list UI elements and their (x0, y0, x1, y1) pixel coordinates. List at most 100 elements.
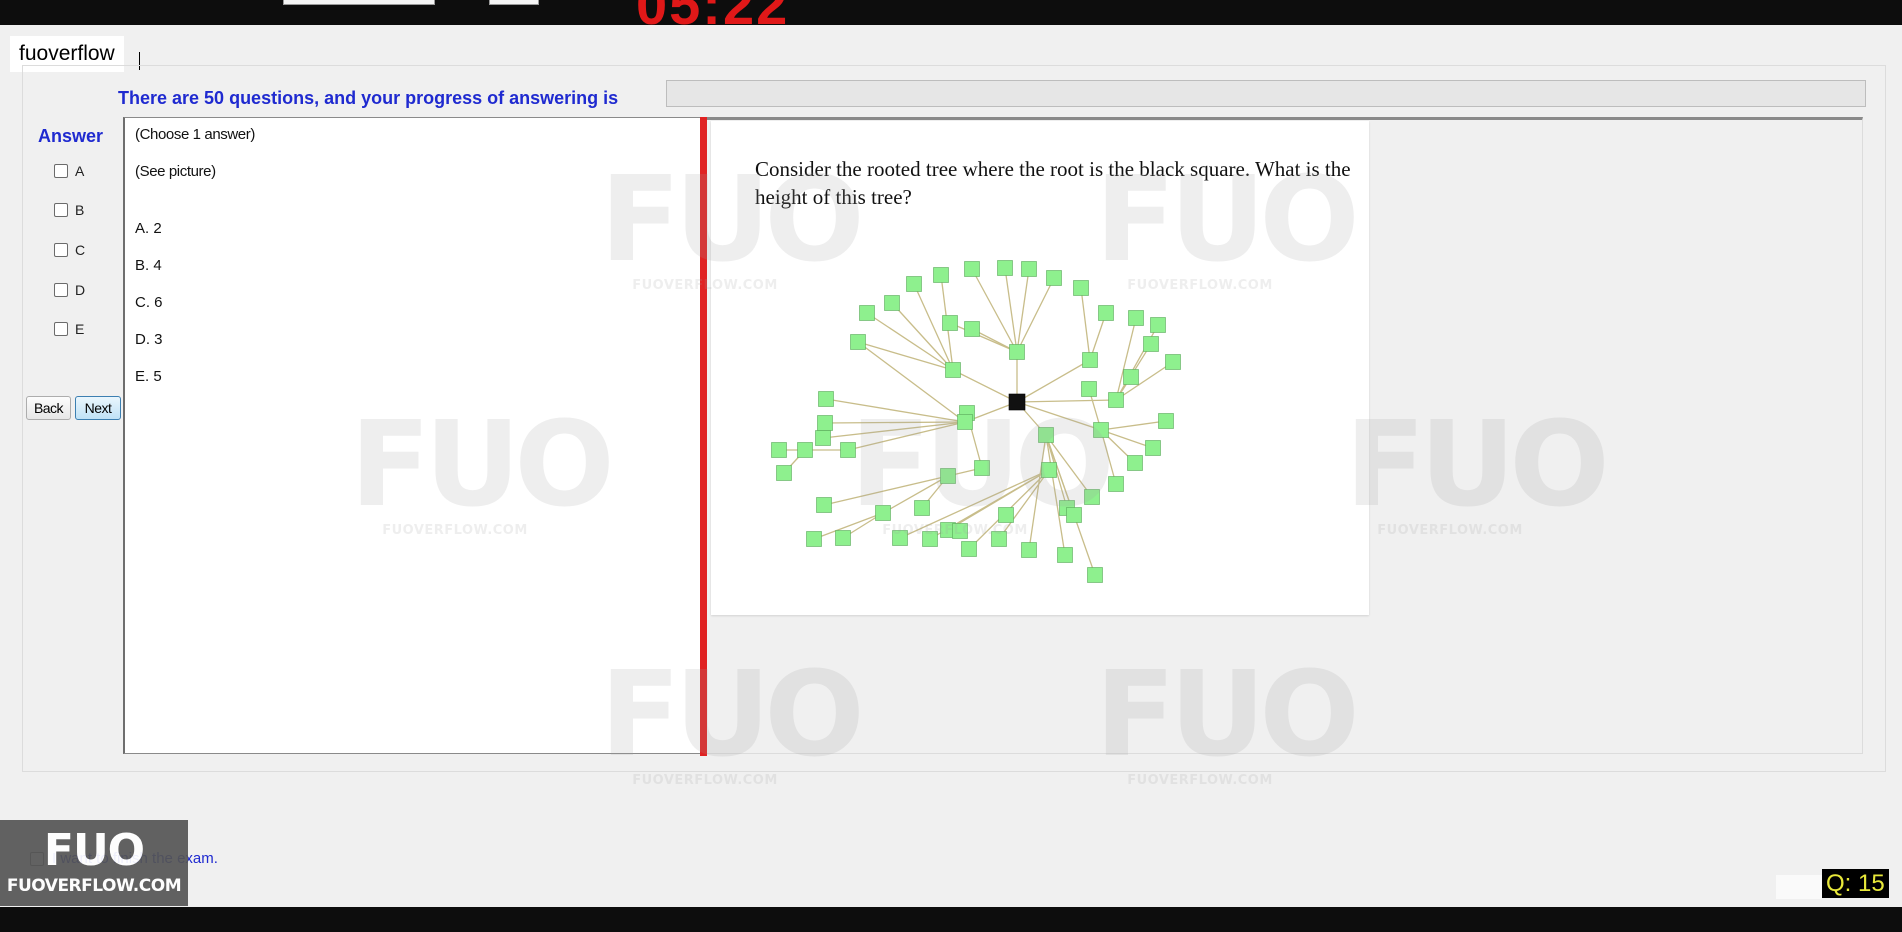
option-b-checkbox[interactable] (54, 203, 68, 217)
tree-edge (1080, 287, 1091, 361)
progress-bar (666, 80, 1866, 107)
option-b[interactable]: B (54, 202, 84, 218)
tree-edge (822, 421, 966, 439)
tree-node (1073, 280, 1089, 296)
tree-node (815, 430, 831, 446)
choice-b: B. 4 (135, 257, 162, 274)
tree-edge (857, 341, 966, 423)
tree-node (991, 531, 1007, 547)
tree-node (818, 391, 834, 407)
tree-node (875, 505, 891, 521)
tree-node (964, 321, 980, 337)
tree-edge (1045, 434, 1066, 556)
fuoverflow-logo: FUO FUOVERFLOW.COM (0, 820, 188, 906)
tree-node (961, 541, 977, 557)
question-instruction: (Choose 1 answer) (135, 126, 255, 143)
tree-node (817, 415, 833, 431)
option-c-label: C (75, 242, 86, 258)
tree-edge (971, 268, 1018, 353)
tree-node (964, 261, 980, 277)
option-c-checkbox[interactable] (54, 243, 68, 257)
option-c[interactable]: C (54, 242, 85, 258)
tree-edge (825, 398, 966, 423)
tree-node (1038, 427, 1054, 443)
tree-node (914, 500, 930, 516)
tree-edge (998, 469, 1050, 540)
option-a-checkbox[interactable] (54, 164, 68, 178)
top-combo-right[interactable] (489, 0, 539, 5)
tree-node (1087, 567, 1103, 583)
option-a[interactable]: A (54, 163, 84, 179)
question-picture: Consider the rooted tree where the root … (711, 121, 1369, 615)
question-counter: Q: 15 (1822, 869, 1889, 898)
tree-node (1098, 305, 1114, 321)
tree-node (942, 315, 958, 331)
tree-node (1084, 489, 1100, 505)
tree-node (1158, 413, 1174, 429)
tree-node (816, 497, 832, 513)
tree-node (933, 267, 949, 283)
option-d-label: D (75, 282, 86, 298)
back-button[interactable]: Back (26, 396, 71, 420)
tree-node (884, 295, 900, 311)
question-panel: (Choose 1 answer) (See picture) A. 2 B. … (123, 117, 701, 754)
footer-field (1776, 875, 1822, 899)
option-d-checkbox[interactable] (54, 283, 68, 297)
tree-node (840, 442, 856, 458)
tree-node (1046, 270, 1062, 286)
tree-node (922, 531, 938, 547)
tree-node (940, 468, 956, 484)
tree-node (850, 334, 866, 350)
tree-node (1145, 440, 1161, 456)
tree-node (1009, 344, 1025, 360)
tree-edge (1100, 420, 1167, 431)
tree-node (1150, 317, 1166, 333)
progress-label: There are 50 questions, and your progres… (118, 88, 619, 108)
tree-node (1021, 542, 1037, 558)
option-e[interactable]: E (54, 321, 84, 337)
tree-node (1143, 336, 1159, 352)
tree-node (1093, 422, 1109, 438)
bottom-bar (0, 907, 1902, 932)
tree-node (1165, 354, 1181, 370)
tree-node (1123, 369, 1139, 385)
tree-diagram (771, 260, 1181, 583)
tree-node (806, 531, 822, 547)
tree-node (1128, 310, 1144, 326)
choice-d: D. 3 (135, 331, 163, 348)
choice-a: A. 2 (135, 220, 162, 237)
tree-edge (891, 302, 954, 371)
option-d[interactable]: D (54, 282, 85, 298)
top-combo-left[interactable] (283, 0, 435, 5)
tree-node (1081, 381, 1097, 397)
tree-node (776, 465, 792, 481)
tree-node (1082, 352, 1098, 368)
tree-node (797, 442, 813, 458)
question-note: (See picture) (135, 163, 216, 180)
tree-node (1108, 392, 1124, 408)
exam-timer: 05:22 (636, 0, 789, 25)
tree-root-node (1008, 393, 1026, 411)
tree-edge (824, 421, 966, 424)
tree-node (1021, 261, 1037, 277)
tree-node (998, 507, 1014, 523)
tree-node (1066, 507, 1082, 523)
option-b-label: B (75, 202, 85, 218)
tree-edge (1028, 434, 1047, 551)
tree-node (771, 442, 787, 458)
option-e-checkbox[interactable] (54, 322, 68, 336)
tree-node (974, 460, 990, 476)
answer-title: Answer (38, 126, 104, 146)
tree-node (997, 260, 1013, 276)
tree-edge (949, 322, 1018, 353)
tree-node (1108, 476, 1124, 492)
splitter-bar[interactable] (700, 117, 707, 756)
tree-edge (847, 421, 966, 451)
tree-edge (1016, 359, 1091, 403)
option-e-label: E (75, 321, 85, 337)
tree-node (906, 276, 922, 292)
tree-node (835, 530, 851, 546)
tree-edge (1115, 317, 1137, 401)
tree-edge (1016, 399, 1117, 403)
next-button[interactable]: Next (75, 396, 121, 420)
